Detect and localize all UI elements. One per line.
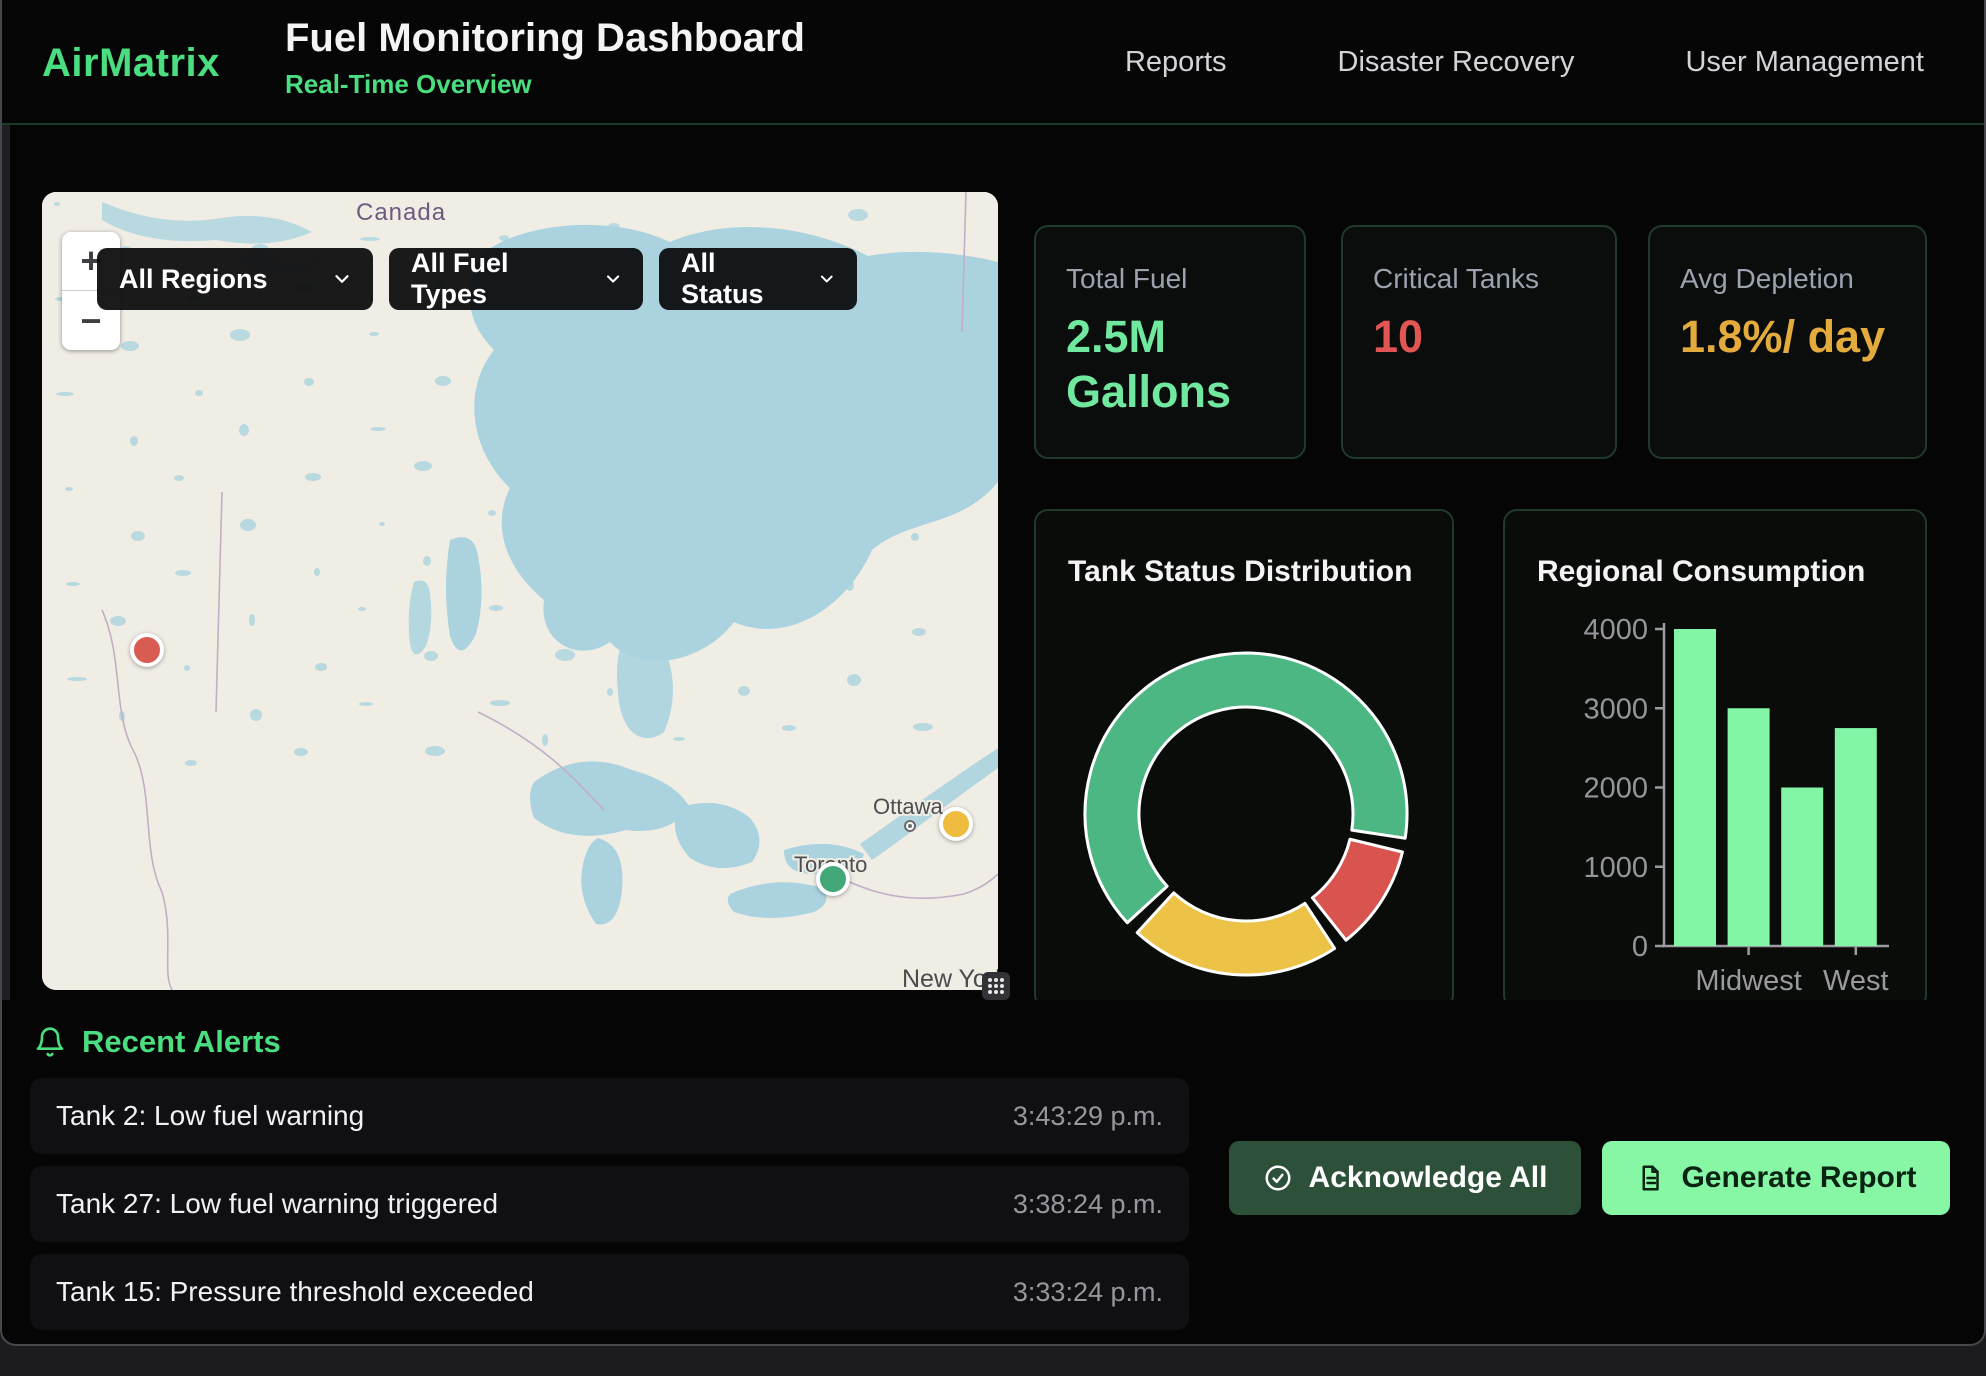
alert-row: Tank 2: Low fuel warning 3:43:29 p.m. [30,1078,1189,1154]
nav-item-user-management[interactable]: User Management [1685,46,1924,79]
stat-value: 10 [1373,309,1585,364]
alert-time: 3:38:24 p.m. [1013,1189,1163,1220]
alerts-header: Recent Alerts [34,1024,281,1060]
status-filter-label: All Status [681,248,791,310]
alert-time: 3:33:24 p.m. [1013,1277,1163,1308]
document-icon [1635,1163,1665,1193]
svg-text:3000: 3000 [1583,693,1648,725]
page-subtitle: Real-Time Overview [285,69,805,100]
generate-report-label: Generate Report [1681,1161,1916,1195]
stat-value: 2.5M Gallons [1066,309,1274,420]
fuel-map[interactable]: Canada Ottawa Toronto New York + − All R… [42,192,998,990]
alert-text: Tank 2: Low fuel warning [56,1100,364,1132]
stat-card-critical-tanks: Critical Tanks 10 [1341,225,1617,459]
stat-label: Avg Depletion [1680,263,1895,295]
map-canvas: Canada Ottawa Toronto New York [42,192,998,990]
alert-row: Tank 27: Low fuel warning triggered 3:38… [30,1166,1189,1242]
header-bar: AirMatrix Fuel Monitoring Dashboard Real… [2,0,1984,125]
donut-segment-warning [1137,893,1334,975]
svg-text:Canada: Canada [356,199,446,226]
svg-text:4000: 4000 [1583,614,1648,646]
page-title: Fuel Monitoring Dashboard [285,16,805,61]
svg-text:Midwest: Midwest [1695,965,1801,997]
map-filter-row: All Regions All Fuel Types All Status [97,248,857,310]
alert-row: Tank 15: Pressure threshold exceeded 3:3… [30,1254,1189,1330]
chevron-down-icon [817,268,837,290]
regional-consumption-chart-card: Regional Consumption 01000200030004000Mi… [1503,509,1927,1009]
check-circle-icon [1263,1163,1293,1193]
svg-text:Ottawa: Ottawa [873,794,943,819]
app-window: AirMatrix Fuel Monitoring Dashboard Real… [0,0,1986,1346]
bar-3 [1835,728,1877,946]
svg-text:2000: 2000 [1583,773,1648,805]
nav-item-disaster-recovery[interactable]: Disaster Recovery [1338,46,1575,79]
stat-label: Critical Tanks [1373,263,1585,295]
svg-text:West: West [1823,965,1889,997]
status-filter-select[interactable]: All Status [659,248,857,310]
alert-text: Tank 27: Low fuel warning triggered [56,1188,498,1220]
stat-card-avg-depletion: Avg Depletion 1.8%/ day [1648,225,1927,459]
region-filter-label: All Regions [119,264,268,295]
acknowledge-all-label: Acknowledge All [1309,1161,1548,1195]
alert-time: 3:43:29 p.m. [1013,1101,1163,1132]
tank-status-donut-chart [1036,511,1456,1007]
chevron-down-icon [603,268,623,290]
bar-1 [1728,708,1770,946]
bar-0 [1674,629,1716,946]
stat-label: Total Fuel [1066,263,1274,295]
svg-text:1000: 1000 [1583,852,1648,884]
tank-marker-warning[interactable] [939,807,973,841]
generate-report-button[interactable]: Generate Report [1602,1141,1950,1215]
fuel-type-filter-label: All Fuel Types [411,248,577,310]
tank-marker-normal[interactable] [816,862,850,896]
stat-value: 1.8%/ day [1680,309,1895,364]
fuel-type-filter-select[interactable]: All Fuel Types [389,248,643,310]
region-filter-select[interactable]: All Regions [97,248,373,310]
map-resize-handle[interactable] [982,972,1010,1000]
bar-2 [1781,788,1823,947]
alerts-title: Recent Alerts [82,1024,281,1060]
chevron-down-icon [331,268,353,290]
main-nav: Reports Disaster Recovery User Managemen… [1125,0,1924,125]
tank-marker-critical[interactable] [130,633,164,667]
acknowledge-all-button[interactable]: Acknowledge All [1229,1141,1581,1215]
recent-alerts-panel: Recent Alerts Tank 2: Low fuel warning 3… [2,1000,1984,1344]
svg-text:0: 0 [1632,931,1648,963]
bell-icon [34,1026,66,1058]
regional-consumption-bar-chart: 0 1000 2000 3000 4000 Midwest West [1505,511,1925,1007]
tank-status-chart-card: Tank Status Distribution [1034,509,1454,1009]
alert-text: Tank 15: Pressure threshold exceeded [56,1276,534,1308]
stat-card-total-fuel: Total Fuel 2.5M Gallons [1034,225,1306,459]
brand-logo: AirMatrix [42,41,220,86]
title-block: Fuel Monitoring Dashboard Real-Time Over… [285,16,805,100]
donut-segment-critical [1312,839,1402,940]
ottawa-town-icon [904,820,916,832]
nav-item-reports[interactable]: Reports [1125,46,1227,79]
